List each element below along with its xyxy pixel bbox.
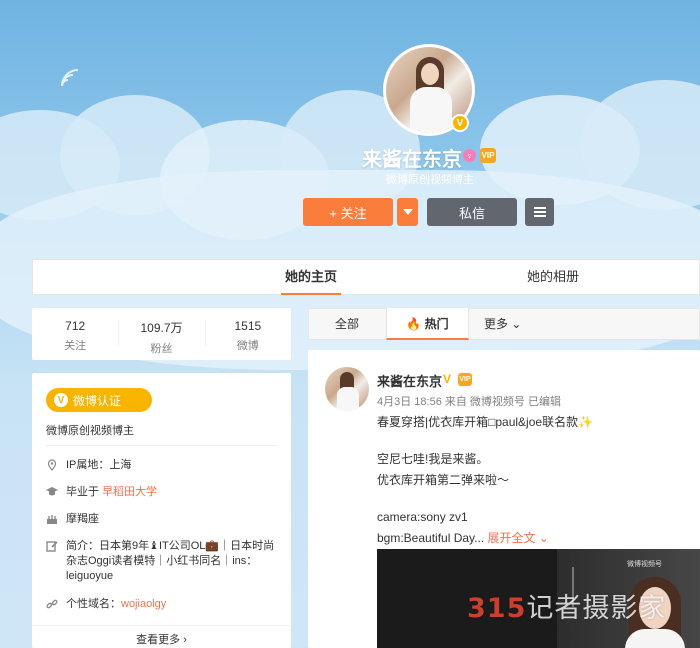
profile-nav: 她的主页 她的相册 [32, 259, 700, 295]
wifi-icon [61, 69, 79, 87]
menu-icon [533, 207, 546, 217]
stats-card: 712 关注 109.7万 粉丝 1515 微博 [32, 308, 291, 360]
tab-home[interactable]: 她的主页 [281, 260, 341, 295]
follow-dropdown-button[interactable] [397, 198, 418, 226]
post-line: 空尼七哇!我是来酱。 [377, 452, 489, 466]
stat-label: 关注 [64, 340, 87, 352]
follow-button[interactable]: + 关注 [303, 198, 393, 226]
stat-value: 1515 [234, 319, 262, 333]
info-ip: IP属地：上海 [46, 458, 281, 473]
graduation-cap-icon [46, 487, 58, 496]
stat-label: 微博 [236, 340, 259, 352]
message-button[interactable]: 私信 [427, 198, 517, 226]
stat-value: 109.7万 [140, 321, 183, 335]
female-icon: ♀ [463, 149, 476, 162]
post-author-avatar[interactable] [325, 367, 369, 411]
profile-info-card: V 微博认证 微博原创视频博主 IP属地：上海 毕业于 早稻田大学 摩羯座 简介… [32, 373, 291, 648]
divider [46, 445, 277, 446]
tab-album[interactable]: 她的相册 [523, 260, 583, 295]
more-menu-button[interactable] [525, 198, 554, 226]
info-school: 毕业于 早稻田大学 [46, 485, 281, 500]
watermark-number: 315 [467, 593, 527, 624]
edit-icon [46, 541, 58, 552]
info-bio: 简介：日本第9年⁠♝IT公司OL💼｜日本时尚杂志Oggi读者模特｜小红书同名｜i… [46, 539, 281, 584]
stat-label: 粉丝 [150, 343, 173, 355]
chevron-down-icon: ⌄ [535, 531, 549, 545]
location-icon [47, 459, 57, 471]
feed-tabs: 全部 🔥 热门 更多 ⌄ [308, 308, 700, 340]
stat-posts[interactable]: 1515 微博 [204, 308, 291, 360]
info-domain: 个性域名：wojiaolgy [46, 597, 281, 612]
domain-link[interactable]: wojiaolgy [121, 598, 166, 610]
profile-subtitle: 微博原创视频博主 [386, 174, 474, 186]
tab-hot[interactable]: 🔥 热门 [386, 308, 469, 340]
tab-more-label: 更多 [484, 317, 509, 331]
chevron-right-icon: › [183, 634, 187, 646]
see-more-label: 查看更多 [136, 634, 181, 646]
verification-text: 微博原创视频博主 [46, 425, 134, 437]
stat-value: 712 [65, 319, 86, 333]
zodiac-text: 摩羯座 [66, 513, 99, 525]
domain-label: 个性域名： [66, 598, 121, 610]
see-more-link[interactable]: 查看更多 › [32, 625, 291, 647]
chevron-down-icon [402, 209, 413, 215]
verified-v-icon: V [54, 393, 68, 407]
vip-icon: VIP [480, 148, 496, 163]
post-text: 春夏穿搭|优衣库开箱□paul&joe联名款✨ 空尼七哇!我是来酱。 优衣库开箱… [377, 412, 692, 549]
post-line-blank [377, 491, 692, 507]
post-meta: 4月3日 18:56 来自 微博视频号 已编辑 [377, 396, 561, 408]
chevron-down-icon: ⌄ [511, 317, 522, 331]
school-prefix: 毕业于 [66, 486, 103, 498]
watermark: 315记者摄影家 [467, 586, 666, 625]
post-line: camera:sony zv1 [377, 510, 468, 524]
stat-followers[interactable]: 109.7万 粉丝 [118, 308, 204, 360]
verification-badge: V 微博认证 [46, 388, 152, 412]
tab-all[interactable]: 全部 [308, 308, 386, 340]
flame-icon: 🔥 [406, 317, 422, 331]
post-line-blank [377, 433, 692, 449]
profile-name: 来酱在东京 [362, 149, 462, 171]
expand-full-text-link[interactable]: 展开全文 [488, 531, 536, 545]
post-line: bgm:Beautiful Day... 展开全文 ⌄ [377, 528, 692, 549]
bio-text: 简介：日本第9年⁠♝IT公司OL💼｜日本时尚杂志Oggi读者模特｜小红书同名｜i… [66, 540, 275, 582]
ip-text: IP属地：上海 [66, 459, 132, 471]
post-line: 春夏穿搭|优衣库开箱□paul&joe联名款✨ [377, 415, 594, 429]
tab-hot-label: 热门 [424, 317, 449, 331]
video-brand-logo: 微博视频号 [627, 561, 662, 568]
verification-badge-label: 微博认证 [73, 393, 122, 408]
post-line: 优衣库开箱第二弹来啦～ [377, 473, 510, 487]
link-icon [46, 599, 58, 609]
verified-v-icon: V [451, 114, 469, 132]
stat-following[interactable]: 712 关注 [32, 308, 118, 360]
post-author-name[interactable]: 来酱在东京 [377, 371, 442, 390]
vip-icon: VIP [458, 373, 472, 386]
post-last-line: bgm:Beautiful Day... [377, 531, 488, 545]
cake-icon [47, 515, 57, 524]
tab-more[interactable]: 更多 ⌄ [484, 308, 534, 340]
verified-v-icon: V [443, 372, 452, 386]
school-link[interactable]: 早稻田大学 [102, 486, 157, 498]
info-zodiac: 摩羯座 [46, 512, 281, 527]
watermark-text: 记者摄影家 [526, 593, 667, 624]
